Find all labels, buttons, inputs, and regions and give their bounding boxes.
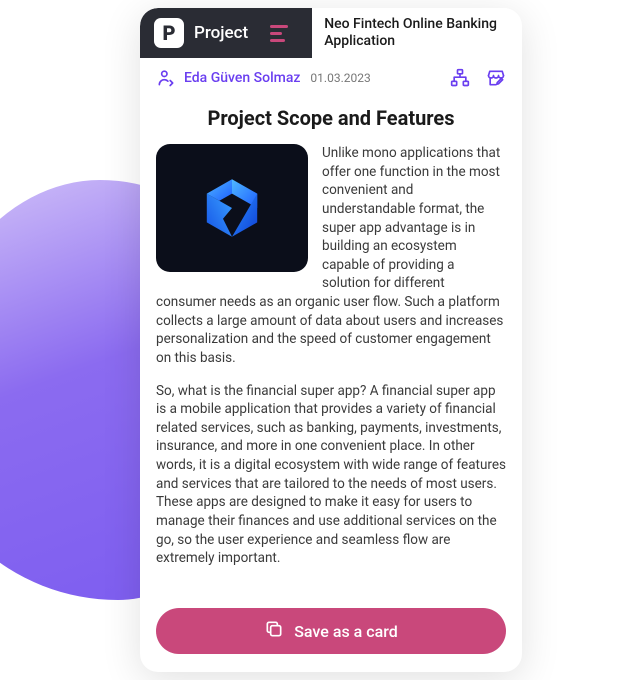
hierarchy-icon[interactable] — [450, 68, 470, 88]
project-title[interactable]: Neo Fintech Online Banking Application — [312, 8, 522, 58]
project-card: P Project Neo Fintech Online Banking App… — [140, 8, 522, 672]
save-button-label: Save as a card — [294, 622, 398, 641]
storefront-edit-icon[interactable] — [486, 68, 506, 88]
card-header: P Project Neo Fintech Online Banking App… — [140, 8, 522, 58]
paragraph-2: So, what is the financial super app? A f… — [156, 382, 506, 568]
author-name[interactable]: Eda Güven Solmaz — [184, 70, 300, 86]
project-thumbnail — [156, 144, 308, 272]
menu-icon[interactable] — [270, 25, 298, 42]
copy-icon — [264, 619, 284, 643]
save-as-card-button[interactable]: Save as a card — [156, 608, 506, 654]
header-left: P Project — [140, 8, 312, 58]
date: 01.03.2023 — [310, 71, 370, 85]
content-area: Unlike mono applications that offer one … — [140, 144, 522, 592]
page-title: Project Scope and Features — [140, 94, 522, 144]
meta-row: Eda Güven Solmaz 01.03.2023 — [140, 58, 522, 94]
person-icon — [156, 68, 176, 88]
app-logo-icon: P — [154, 18, 184, 48]
app-label: Project — [194, 23, 248, 43]
